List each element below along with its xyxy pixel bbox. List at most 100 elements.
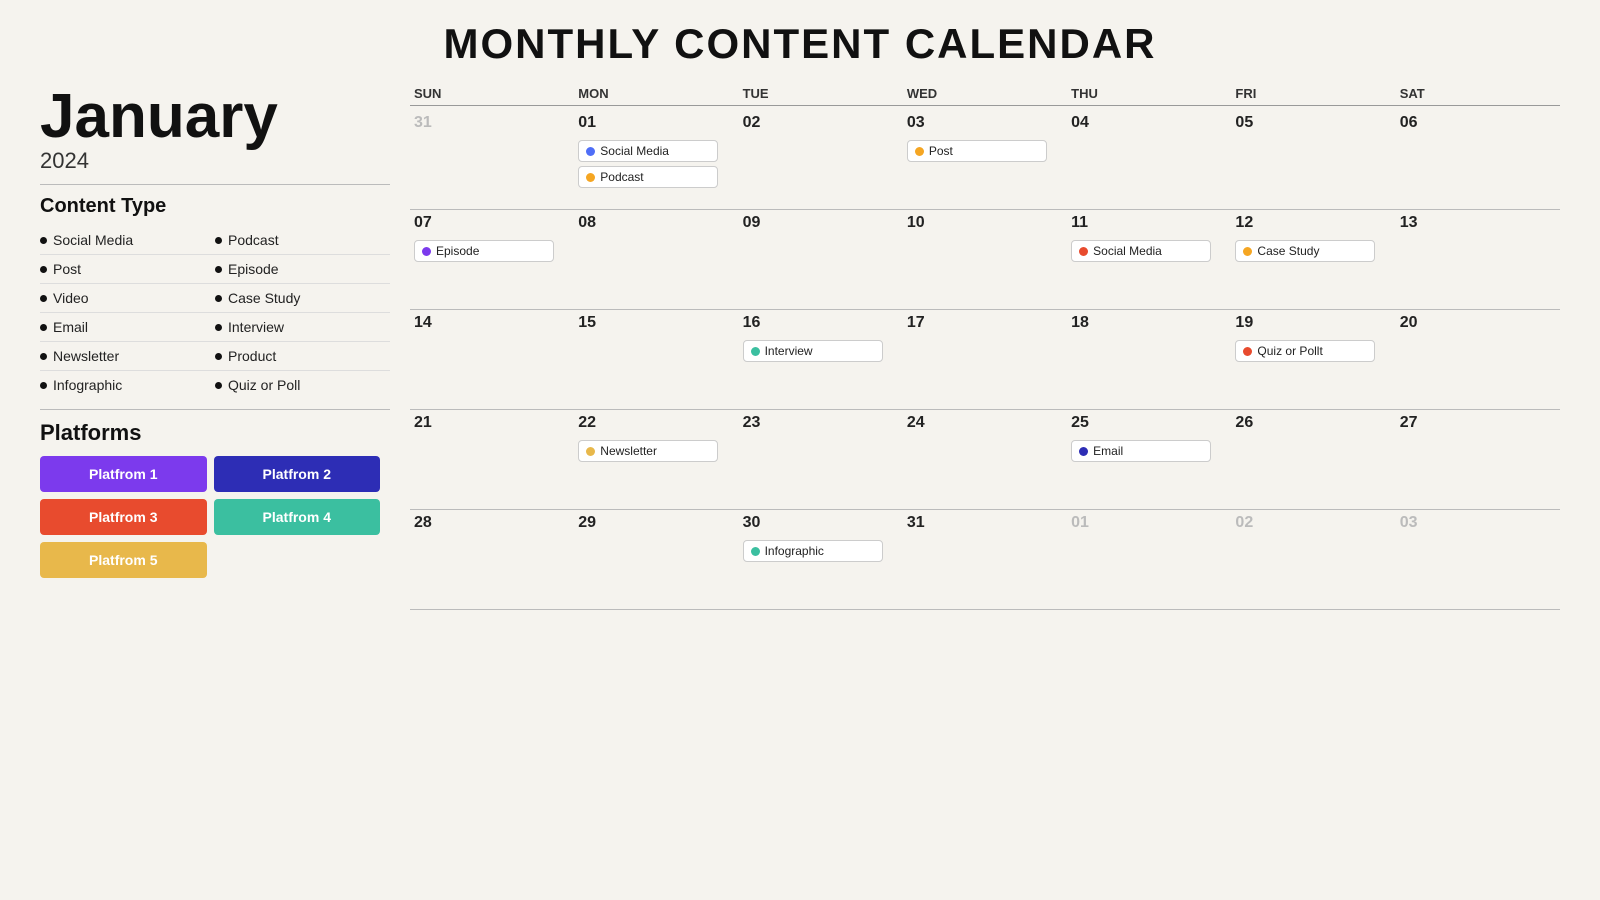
- date-number: 01: [1071, 514, 1227, 532]
- calendar-cell: 13: [1396, 210, 1560, 310]
- content-type-item: Post: [40, 255, 215, 284]
- date-number: 05: [1235, 114, 1391, 132]
- date-number: 31: [907, 514, 1063, 532]
- calendar-cell: 16 Interview: [739, 310, 903, 410]
- calendar-cell: 26: [1231, 410, 1395, 510]
- event-label: Interview: [765, 344, 813, 358]
- date-number: 29: [578, 514, 734, 532]
- event-dot: [422, 247, 431, 256]
- calendar-cell: 23: [739, 410, 903, 510]
- event-pill: Email: [1071, 440, 1211, 462]
- calendar-cell: 03: [1396, 510, 1560, 610]
- calendar-day-name: WED: [903, 86, 1067, 106]
- date-number: 31: [414, 114, 570, 132]
- platform-button[interactable]: Platfrom 4: [214, 499, 381, 535]
- date-number: 08: [578, 214, 734, 232]
- calendar-cell: 02: [1231, 510, 1395, 610]
- content-type-item: Interview: [215, 313, 390, 342]
- calendar-cell: 31: [903, 510, 1067, 610]
- content-type-item: Email: [40, 313, 215, 342]
- calendar-cell: 25Email: [1067, 410, 1231, 510]
- bullet-icon: [215, 353, 222, 360]
- event-dot: [586, 147, 595, 156]
- date-number: 20: [1400, 314, 1556, 332]
- date-number: 02: [1235, 514, 1391, 532]
- date-number: 06: [1400, 114, 1556, 132]
- calendar-day-name: MON: [574, 86, 738, 106]
- platform-button[interactable]: Platfrom 1: [40, 456, 207, 492]
- page-title: MONTHLY CONTENT CALENDAR: [40, 20, 1560, 68]
- date-number: 09: [743, 214, 899, 232]
- month-name: January: [40, 86, 390, 148]
- content-type-item: Quiz or Poll: [215, 371, 390, 399]
- event-pill: Infographic: [743, 540, 883, 562]
- event-pill: Social Media: [1071, 240, 1211, 262]
- event-pill: Case Study: [1235, 240, 1375, 262]
- date-number: 18: [1071, 314, 1227, 332]
- calendar-cell: 24: [903, 410, 1067, 510]
- calendar-day-name: SAT: [1396, 86, 1560, 106]
- bullet-icon: [40, 237, 47, 244]
- bullet-icon: [40, 295, 47, 302]
- date-number: 24: [907, 414, 1063, 432]
- date-number: 19: [1235, 314, 1391, 332]
- date-number: 03: [907, 114, 1063, 132]
- bullet-icon: [215, 295, 222, 302]
- divider-2: [40, 409, 390, 410]
- calendar-cell: 10: [903, 210, 1067, 310]
- date-number: 16: [743, 314, 899, 332]
- date-number: 02: [743, 114, 899, 132]
- date-number: 10: [907, 214, 1063, 232]
- event-dot: [1243, 347, 1252, 356]
- calendar-cell: 31: [410, 110, 574, 210]
- calendar-cell: 11 Social Media: [1067, 210, 1231, 310]
- calendar-cell: 02: [739, 110, 903, 210]
- bullet-icon: [40, 324, 47, 331]
- event-label: Email: [1093, 444, 1123, 458]
- content-types-col2: PodcastEpisodeCase StudyInterviewProduct…: [215, 226, 390, 399]
- content-type-item: Product: [215, 342, 390, 371]
- event-label: Newsletter: [600, 444, 657, 458]
- event-pill: Episode: [414, 240, 554, 262]
- content-type-item: Social Media: [40, 226, 215, 255]
- calendar-cell: 05: [1231, 110, 1395, 210]
- date-number: 30: [743, 514, 899, 532]
- event-label: Podcast: [600, 170, 643, 184]
- event-label: Social Media: [1093, 244, 1162, 258]
- calendar-cell: 15: [574, 310, 738, 410]
- content-type-item: Infographic: [40, 371, 215, 399]
- date-number: 14: [414, 314, 570, 332]
- event-pill: Podcast: [578, 166, 718, 188]
- date-number: 15: [578, 314, 734, 332]
- calendar-cell: 01: [1067, 510, 1231, 610]
- year: 2024: [40, 148, 390, 174]
- date-number: 26: [1235, 414, 1391, 432]
- date-number: 23: [743, 414, 899, 432]
- platform-button[interactable]: Platfrom 3: [40, 499, 207, 535]
- date-number: 11: [1071, 214, 1227, 232]
- calendar-cell: 01Social MediaPodcast: [574, 110, 738, 210]
- calendar-cell: 09: [739, 210, 903, 310]
- event-dot: [586, 173, 595, 182]
- platform-button[interactable]: Platfrom 5: [40, 542, 207, 578]
- calendar-cell: 06: [1396, 110, 1560, 210]
- calendar-cell: 28: [410, 510, 574, 610]
- bullet-icon: [40, 382, 47, 389]
- calendar-day-name: SUN: [410, 86, 574, 106]
- calendar-cell: 18: [1067, 310, 1231, 410]
- event-dot: [751, 547, 760, 556]
- date-number: 01: [578, 114, 734, 132]
- content-type-item: Podcast: [215, 226, 390, 255]
- calendar-cell: 21: [410, 410, 574, 510]
- calendar-cell: 27: [1396, 410, 1560, 510]
- content-type-item: Episode: [215, 255, 390, 284]
- calendar-cell: 30 Infographic: [739, 510, 903, 610]
- event-label: Infographic: [765, 544, 824, 558]
- date-number: 04: [1071, 114, 1227, 132]
- platform-button[interactable]: Platfrom 2: [214, 456, 381, 492]
- bullet-icon: [215, 266, 222, 273]
- calendar-grid: 3101Social MediaPodcast0203Post04050607E…: [410, 110, 1560, 610]
- calendar-cell: 22Newsletter: [574, 410, 738, 510]
- calendar-day-name: FRI: [1231, 86, 1395, 106]
- bullet-icon: [215, 382, 222, 389]
